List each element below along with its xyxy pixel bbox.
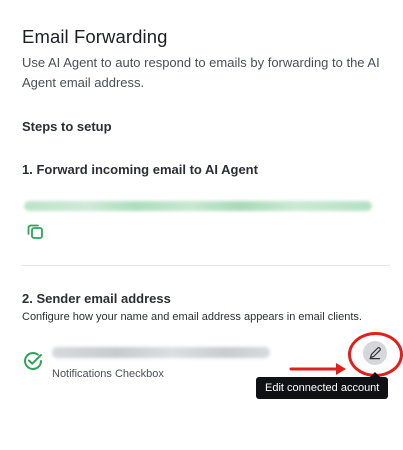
- agent-email-address-redacted: [24, 201, 372, 211]
- sender-subtitle: Notifications Checkbox: [52, 368, 164, 380]
- copy-icon: [27, 224, 43, 239]
- copy-button[interactable]: [25, 221, 45, 241]
- section-description: Use AI Agent to auto respond to emails b…: [22, 55, 380, 90]
- edit-tooltip: Edit connected account: [256, 372, 389, 399]
- pencil-icon: [369, 347, 381, 360]
- step2-heading: 2. Sender email address: [22, 291, 171, 306]
- steps-heading: Steps to setup: [22, 119, 112, 134]
- step2-description: Configure how your name and email addres…: [22, 311, 362, 323]
- step1-heading: 1. Forward incoming email to AI Agent: [22, 162, 258, 177]
- page-title: Email Forwarding: [22, 26, 168, 47]
- check-circle-icon: [22, 350, 44, 372]
- edit-connected-account-button[interactable]: [363, 341, 387, 365]
- email-forwarding-panel: Email Forwarding Use AI Agent to auto re…: [0, 0, 403, 450]
- annotation-arrow-icon: [289, 363, 346, 375]
- sender-email-redacted: [52, 347, 270, 358]
- section-divider: [22, 265, 390, 266]
